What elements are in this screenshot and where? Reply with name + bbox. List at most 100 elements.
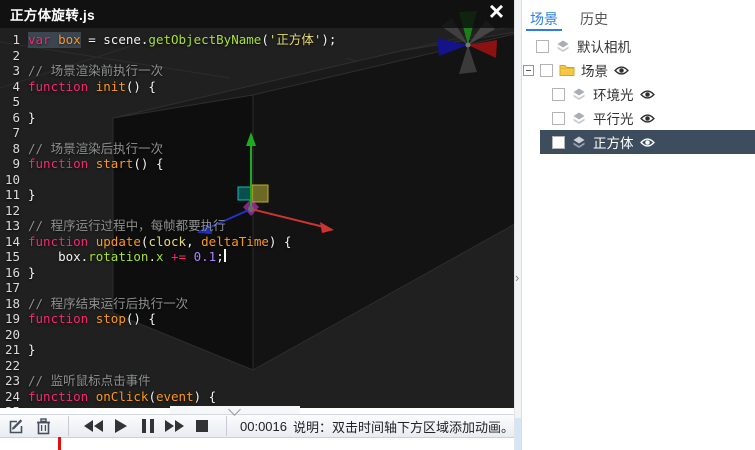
stop-button[interactable]: [188, 415, 215, 437]
code-token: [88, 389, 96, 405]
viewport-pane: 正方体旋转.js × 1var box = scene.getObjectByN…: [0, 0, 514, 450]
eye-icon[interactable]: [640, 113, 655, 124]
eye-icon[interactable]: [640, 137, 655, 148]
code-line[interactable]: 11}: [0, 187, 514, 203]
edit-keyframe-button[interactable]: [3, 415, 30, 437]
divider-scroll-segment: [515, 418, 521, 450]
line-number: 3: [0, 63, 28, 79]
tree-item-default-camera[interactable]: 默认相机: [522, 34, 755, 58]
code-token: function: [28, 389, 88, 405]
code-line[interactable]: 16}: [0, 265, 514, 281]
timecode: 00:0016: [240, 419, 287, 434]
code-token: .: [148, 249, 156, 265]
code-token: // 监听鼠标点击事件: [28, 373, 151, 389]
code-token: scene.: [103, 32, 148, 48]
visibility-checkbox[interactable]: [536, 40, 549, 53]
visibility-checkbox[interactable]: [540, 64, 553, 77]
code-line[interactable]: 2: [0, 48, 514, 64]
code-line[interactable]: 4function init() {: [0, 79, 514, 95]
eye-icon[interactable]: [640, 89, 655, 100]
code-line[interactable]: 22: [0, 358, 514, 374]
line-number: 18: [0, 296, 28, 312]
line-number: 14: [0, 234, 28, 250]
code-token: box: [58, 32, 81, 48]
code-line[interactable]: 15 box.rotation.x += 0.1;: [0, 249, 514, 265]
code-token: // 场景渲染前执行一次: [28, 63, 163, 79]
code-token: // 程序运行过程中，每帧都要执行: [28, 218, 226, 234]
line-number: 5: [0, 94, 28, 110]
code-token: () {: [133, 156, 163, 172]
code-line[interactable]: 21}: [0, 342, 514, 358]
object-icon: [555, 39, 571, 54]
tree-item-directional-light[interactable]: 平行光: [522, 106, 755, 130]
code-token: var: [28, 32, 51, 48]
line-number: 19: [0, 311, 28, 327]
timeline-playhead[interactable]: [58, 437, 61, 450]
code-token: () {: [126, 311, 156, 327]
scene-tabs: 场景 历史: [522, 0, 755, 31]
chevron-right-icon[interactable]: ›: [515, 270, 519, 285]
visibility-checkbox[interactable]: [552, 112, 565, 125]
code-area[interactable]: 1var box = scene.getObjectByName('正方体');…: [0, 32, 514, 408]
timeline-hint: 说明：双击时间轴下方区域添加动画。: [293, 417, 514, 436]
code-line[interactable]: 8// 场景渲染后执行一次: [0, 141, 514, 157]
close-icon[interactable]: ×: [489, 0, 504, 25]
line-number: 13: [0, 218, 28, 234]
code-line[interactable]: 6}: [0, 110, 514, 126]
tab-history[interactable]: 历史: [579, 9, 609, 31]
object-icon: [571, 87, 587, 102]
panel-divider[interactable]: ›: [514, 0, 521, 450]
play-button[interactable]: [107, 415, 134, 437]
tree-item-ambient-light[interactable]: 环境光: [522, 82, 755, 106]
line-number: 15: [0, 249, 28, 265]
eye-icon[interactable]: [614, 65, 629, 76]
code-line[interactable]: 1var box = scene.getObjectByName('正方体');: [0, 32, 514, 48]
tab-scene[interactable]: 场景: [529, 9, 559, 31]
code-line[interactable]: 18// 程序结束运行后执行一次: [0, 296, 514, 312]
line-number: 2: [0, 48, 28, 64]
rewind-button[interactable]: [80, 415, 107, 437]
code-token: rotation: [88, 249, 148, 265]
code-line[interactable]: 3// 场景渲染前执行一次: [0, 63, 514, 79]
code-line[interactable]: 14function update(clock, deltaTime) {: [0, 234, 514, 250]
code-line[interactable]: 13// 程序运行过程中，每帧都要执行: [0, 218, 514, 234]
line-number: 4: [0, 79, 28, 95]
code-token: =: [81, 32, 104, 48]
code-line[interactable]: 19function stop() {: [0, 311, 514, 327]
scene-sidebar: 场景 历史 默认相机 场景: [521, 0, 755, 450]
code-token: init: [96, 79, 126, 95]
visibility-checkbox[interactable]: [552, 88, 565, 101]
code-line[interactable]: 24function onClick(event) {: [0, 389, 514, 405]
code-token: event: [156, 389, 194, 405]
code-line[interactable]: 7: [0, 125, 514, 141]
code-token: }: [28, 187, 36, 203]
line-number: 20: [0, 327, 28, 343]
tree-item-scene[interactable]: 场景: [522, 58, 755, 82]
code-token: }: [28, 342, 36, 358]
tree-item-label: 正方体: [593, 132, 634, 152]
tree-item-cube[interactable]: 正方体: [540, 130, 755, 154]
code-line[interactable]: 17: [0, 280, 514, 296]
code-line[interactable]: 20: [0, 327, 514, 343]
rewind-icon: [84, 420, 93, 432]
code-line[interactable]: 9function start() {: [0, 156, 514, 172]
code-line[interactable]: 12: [0, 203, 514, 219]
code-line[interactable]: 5: [0, 94, 514, 110]
fast-forward-button[interactable]: [161, 415, 188, 437]
code-token: onClick: [96, 389, 149, 405]
collapse-expander-icon[interactable]: [523, 65, 534, 76]
code-token: () {: [126, 79, 156, 95]
line-number: 12: [0, 203, 28, 219]
pause-button[interactable]: [134, 415, 161, 437]
code-token: function: [28, 311, 88, 327]
timeline-toolbar: 00:0016 说明：双击时间轴下方区域添加动画。: [0, 414, 514, 438]
code-token: }: [28, 110, 36, 126]
visibility-checkbox[interactable]: [552, 136, 565, 149]
editor-title: 正方体旋转.js: [10, 4, 95, 24]
code-token: [88, 234, 96, 250]
code-line[interactable]: 23// 监听鼠标点击事件: [0, 373, 514, 389]
toolbar-separator: [226, 416, 227, 436]
code-line[interactable]: 10: [0, 172, 514, 188]
delete-keyframe-button[interactable]: [30, 415, 57, 437]
line-number: 10: [0, 172, 28, 188]
